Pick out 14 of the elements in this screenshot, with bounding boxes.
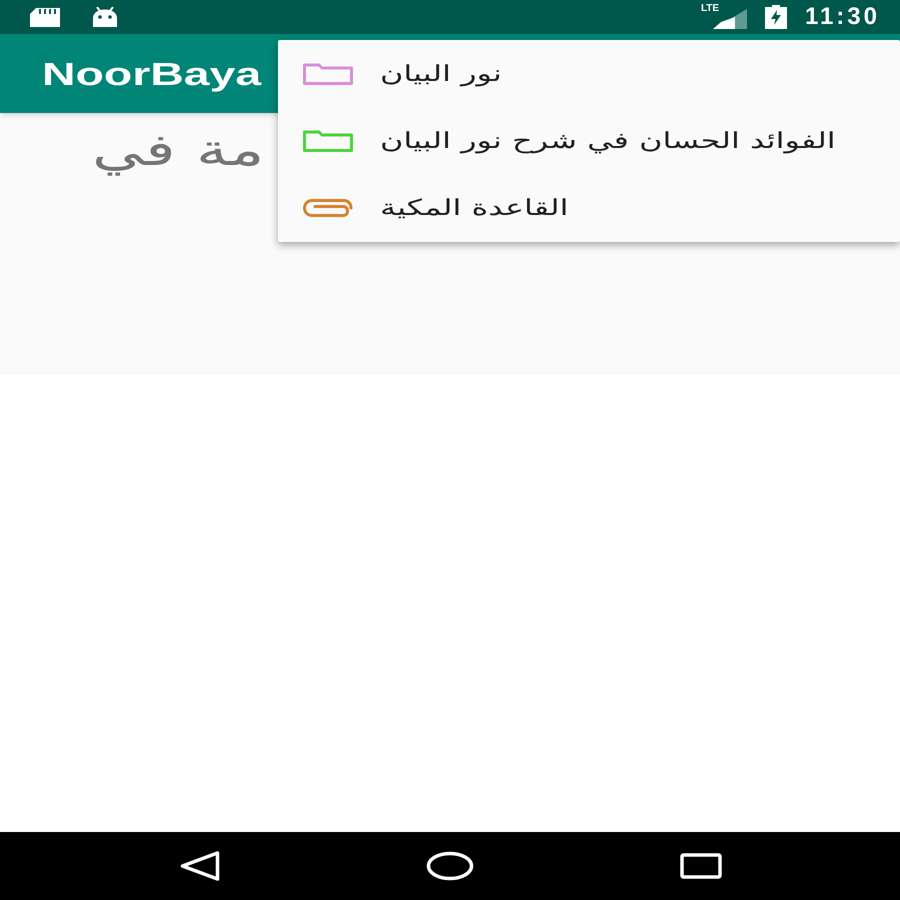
network-type: LTE: [700, 4, 720, 14]
signal-icon: [712, 9, 747, 29]
menu-item[interactable]: الفوائد الحسان في شرح نور البيان: [278, 108, 900, 174]
android-icon: [90, 7, 120, 27]
menu-item[interactable]: القاعدة المكية: [278, 174, 900, 242]
menu-item[interactable]: نور البيان: [278, 40, 900, 108]
home-icon[interactable]: [426, 851, 474, 881]
sd-card-icon: [30, 8, 60, 26]
recents-icon[interactable]: [680, 853, 722, 879]
app-title: NoorBaya: [42, 58, 262, 90]
battery-charging-icon: [764, 5, 787, 29]
content-text: مة في: [92, 124, 264, 178]
clock-time: 11:30: [804, 5, 880, 29]
back-icon[interactable]: [180, 851, 220, 881]
